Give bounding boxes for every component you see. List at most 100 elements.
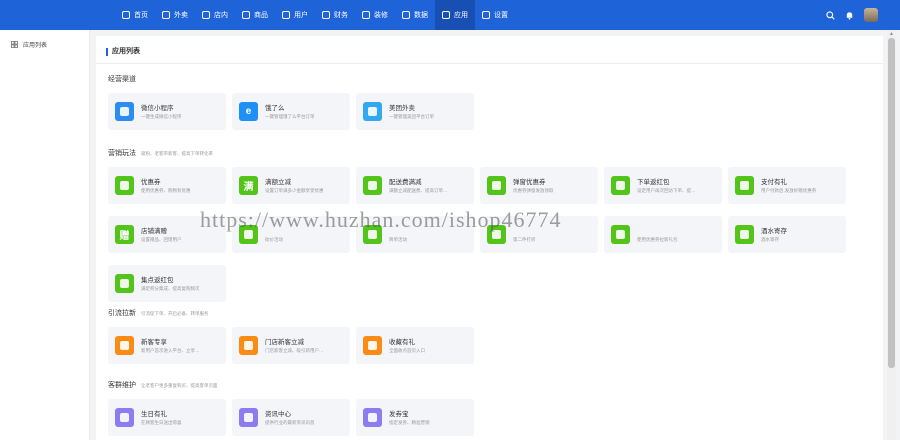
section-desc: 让老客户更多重复购买、提高客单页面 <box>141 383 218 388</box>
app-card-name: 微信小程序 <box>141 105 174 112</box>
nav-item-label: 首页 <box>134 12 148 19</box>
app-card-desc: 门店新客立减、吸引新用户… <box>265 348 324 353</box>
app-icon <box>487 176 506 195</box>
section-title: 客群维护 <box>108 382 136 389</box>
section-header: 经营渠道 <box>108 74 136 84</box>
nav-item[interactable]: 商品 <box>235 0 275 30</box>
app-card[interactable]: 资讯中心 提供行业的最新资讯讯息 <box>232 399 350 436</box>
app-card[interactable]: 优惠券 使用优惠券、购物有优惠 <box>108 167 226 204</box>
app-icon-mark <box>120 279 129 288</box>
app-card-desc: 一键生成微信小程序 <box>141 114 182 119</box>
app-card-desc: 用户付款后,发放好赠优惠券 <box>761 188 817 193</box>
app-card-desc: 酒水寄存 <box>761 237 779 242</box>
section-title: 经营渠道 <box>108 76 136 83</box>
sidebar: 应用列表 <box>0 30 90 440</box>
app-icon <box>611 176 630 195</box>
section-header: 引流拉新 引流促下单、开启必备、转单服务 <box>108 308 209 318</box>
app-card-desc: 设定用户再次回访下单、提… <box>637 188 696 193</box>
app-card-desc: 使用优惠券拉新礼包 <box>637 237 678 242</box>
nav-item-label: 装修 <box>374 12 388 19</box>
app-icon-glyph: e <box>245 106 252 117</box>
app-icon-mark <box>740 181 749 190</box>
title-divider <box>96 63 883 64</box>
app-card[interactable]: 支付有礼用户付款后,发放好赠优惠券 <box>728 167 846 204</box>
chart-icon <box>402 11 410 19</box>
app-card-desc: 优惠券弹窗发放领取 <box>513 188 554 193</box>
nav-item-label: 用户 <box>294 12 308 19</box>
app-icon-glyph: 赠 <box>119 231 130 242</box>
app-card[interactable]: 新客专享 新用户首次进入平台、立享… <box>108 327 226 364</box>
app-card[interactable]: 收藏有礼 全面收点首页入口 <box>356 327 474 364</box>
app-card[interactable]: 发券宝指定发券、精准营销 <box>356 399 474 436</box>
app-icon <box>115 176 134 195</box>
app-card-desc: 第二件打折 <box>513 237 536 242</box>
main-nav: 首页 外卖 店内 商品 用户 财务 装修 数据 应用 设置 <box>115 0 515 30</box>
nav-item[interactable]: 外卖 <box>155 0 195 30</box>
app-card-name: 集点返红包 <box>141 277 174 284</box>
app-icon-mark <box>120 181 129 190</box>
scrollbar[interactable]: ▲ <box>887 30 896 440</box>
app-card-desc: 指定发券、精准营销 <box>389 420 430 425</box>
app-card[interactable]: 酒水寄存 酒水寄存 <box>728 216 846 253</box>
app-card[interactable]: e 饿了么 一键管理饿了么平台订单 <box>232 93 350 130</box>
nav-item[interactable]: 应用 <box>435 0 475 30</box>
nav-item[interactable]: 装修 <box>355 0 395 30</box>
main-content: 应用列表 经营渠道 微信小程序 一键生成微信小程序 e 饿了么 一键管理饿了么平台订单 美团… <box>96 36 883 440</box>
nav-item[interactable]: 设置 <box>475 0 515 30</box>
nav-item[interactable]: 首页 <box>115 0 155 30</box>
app-card-desc: 满额立减配送费、提高订单… <box>389 188 448 193</box>
app-card[interactable]: 下单返红包设定用户再次回访下单、提… <box>604 167 722 204</box>
scroll-thumb[interactable] <box>888 38 895 368</box>
app-card-desc: 全面收点首页入口 <box>389 348 425 353</box>
goods-icon <box>242 11 250 19</box>
app-card[interactable]: 集点返红包满足积分集成、提高复购频次 <box>108 265 226 302</box>
app-card-desc: 新用户首次进入平台、立享… <box>141 348 200 353</box>
user-icon <box>282 11 290 19</box>
app-card[interactable]: 使用优惠券拉新礼包 <box>604 216 722 253</box>
app-card-name: 支付有礼 <box>761 179 787 186</box>
app-card[interactable]: 美团外卖 一键管理美团平台订单 <box>356 93 474 130</box>
app-card-name: 资讯中心 <box>265 411 291 418</box>
app-icon <box>115 408 134 427</box>
app-card-desc: 满足积分集成、提高复购频次 <box>141 286 200 291</box>
app-card[interactable]: 微信小程序一键生成微信小程序 <box>108 93 226 130</box>
sidebar-item-app-list[interactable]: 应用列表 <box>11 40 47 49</box>
section-desc: 吸粉、老客带新客、提高下单转化率 <box>141 151 213 156</box>
app-icon <box>115 336 134 355</box>
app-icon <box>735 225 754 244</box>
app-card-name: 发券宝 <box>389 411 409 418</box>
app-card-name: 下单返红包 <box>637 179 670 186</box>
nav-item-label: 应用 <box>454 12 468 19</box>
app-icon <box>115 274 134 293</box>
app-icon <box>363 102 382 121</box>
app-card-name: 店铺满赠 <box>141 228 167 235</box>
search-icon[interactable] <box>826 10 835 20</box>
decor-icon <box>362 11 370 19</box>
app-card-desc: 设置订单满多少金额享受优惠 <box>265 188 324 193</box>
app-icon <box>363 176 382 195</box>
app-card[interactable]: 生日有礼 在顾客生日送出惊喜 <box>108 399 226 436</box>
nav-item[interactable]: 店内 <box>195 0 235 30</box>
app-card[interactable]: 门店新客立减 门店新客立减、吸引新用户… <box>232 327 350 364</box>
app-icon-mark <box>368 181 377 190</box>
app-card[interactable]: 配送费满减 满额立减配送费、提高订单… <box>356 167 474 204</box>
nav-item[interactable]: 财务 <box>315 0 355 30</box>
page-title: 应用列表 <box>106 48 140 56</box>
store-icon <box>202 11 210 19</box>
avatar[interactable] <box>864 8 878 22</box>
app-icon-mark <box>120 413 129 422</box>
gear-icon <box>482 11 490 19</box>
app-icon: e <box>239 102 258 121</box>
section-title: 引流拉新 <box>108 310 136 317</box>
bell-icon[interactable] <box>845 11 854 20</box>
app-card[interactable]: 弹窗优惠券 优惠券弹窗发放领取 <box>480 167 598 204</box>
home-icon <box>122 11 130 19</box>
app-icon-mark <box>244 341 253 350</box>
app-card-desc: 在顾客生日送出惊喜 <box>141 420 182 425</box>
app-card[interactable]: 满 满额立减 设置订单满多少金额享受优惠 <box>232 167 350 204</box>
scroll-up-icon[interactable]: ▲ <box>889 31 894 37</box>
nav-item[interactable]: 数据 <box>395 0 435 30</box>
nav-item[interactable]: 用户 <box>275 0 315 30</box>
app-icon <box>611 225 630 244</box>
app-icon <box>115 102 134 121</box>
